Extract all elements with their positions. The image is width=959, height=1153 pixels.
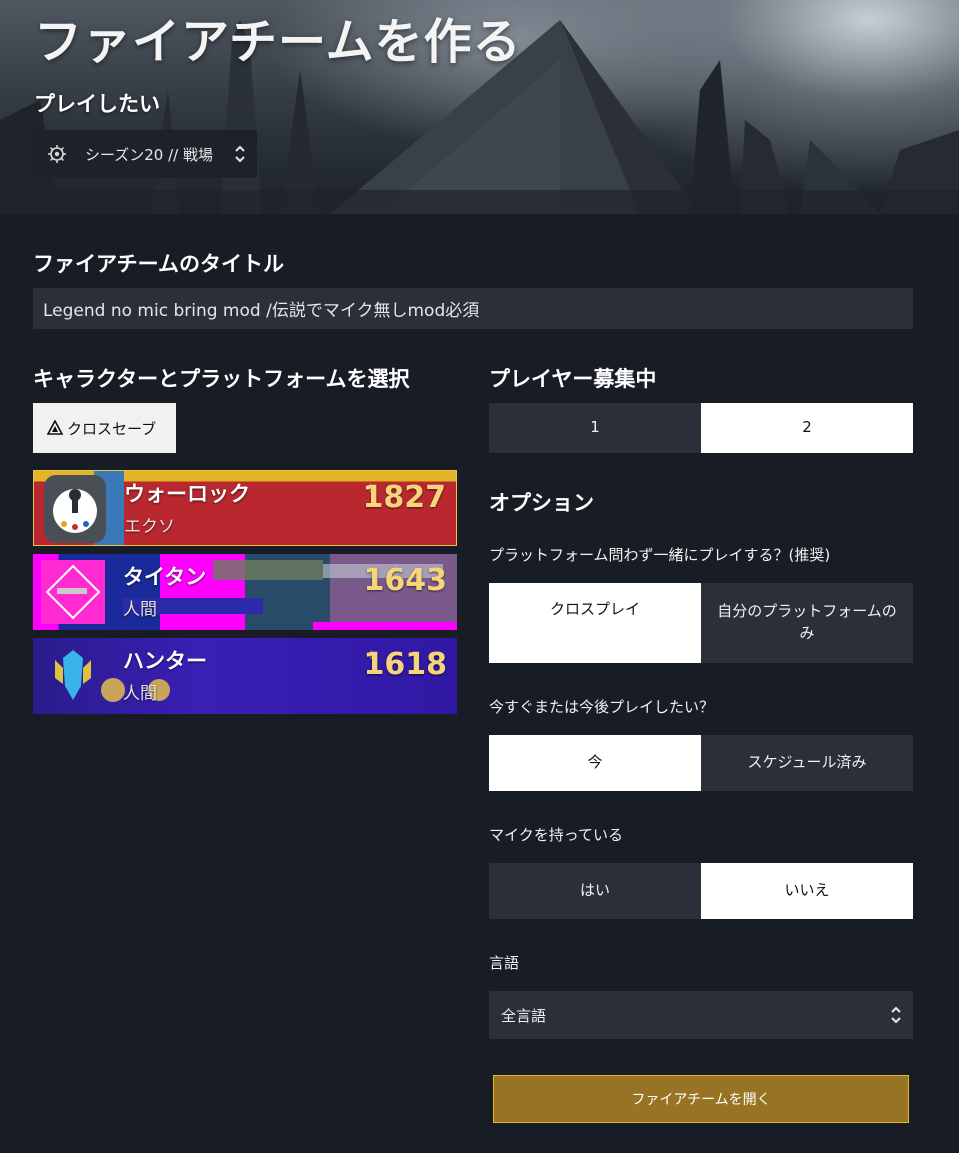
activity-gear-icon	[48, 145, 66, 163]
fireteam-title-input[interactable]: Legend no mic bring mod /伝説でマイク無しmod必須	[33, 288, 913, 329]
crossplay-toggle: クロスプレイ 自分のプラットフォームのみ	[489, 583, 913, 663]
character-race: 人間	[123, 600, 157, 620]
timing-toggle: 今 スケジュール済み	[489, 735, 913, 791]
select-updown-icon	[235, 145, 245, 163]
players-heading: プレイヤー募集中	[489, 367, 657, 391]
crossplay-question: プラットフォーム問わず一緒にプレイする？(推奨)	[489, 546, 831, 564]
hero-banner: ファイアチームを作る プレイしたい シーズン20 // 戦場	[0, 0, 959, 214]
language-select[interactable]: 全言語	[489, 991, 913, 1039]
play-label: プレイしたい	[34, 92, 160, 116]
character-power: 1643	[363, 563, 448, 598]
players-option-1[interactable]: 1	[489, 403, 701, 453]
mic-yes-option[interactable]: はい	[489, 863, 701, 919]
character-race: 人間	[123, 684, 157, 704]
mic-question: マイクを持っている	[489, 826, 623, 844]
activity-select[interactable]: シーズン20 // 戦場	[33, 130, 257, 178]
mic-toggle: はい いいえ	[489, 863, 913, 919]
cross-save-icon	[47, 420, 63, 435]
mic-no-option[interactable]: いいえ	[701, 863, 913, 919]
cross-save-button[interactable]: クロスセーブ	[33, 403, 176, 453]
timing-question: 今すぐまたは今後プレイしたい？	[489, 698, 715, 716]
language-label: 言語	[489, 954, 520, 972]
options-heading: オプション	[489, 491, 594, 515]
warlock-emblem-icon	[44, 471, 124, 545]
character-race: エクソ	[124, 517, 175, 537]
cross-save-label: クロスセーブ	[67, 419, 157, 438]
own-platform-option[interactable]: 自分のプラットフォームのみ	[701, 583, 913, 663]
open-fireteam-button[interactable]: ファイアチームを開く	[493, 1075, 909, 1123]
select-updown-icon	[891, 1006, 901, 1024]
character-power: 1618	[363, 647, 448, 682]
character-heading: キャラクターとプラットフォームを選択	[33, 367, 410, 391]
character-card-warlock[interactable]: ウォーロック エクソ ✧ 1827	[33, 470, 457, 546]
timing-scheduled-option[interactable]: スケジュール済み	[701, 735, 913, 791]
timing-now-option[interactable]: 今	[489, 735, 701, 791]
language-value: 全言語	[501, 1006, 547, 1025]
character-class: ウォーロック	[124, 482, 250, 506]
character-power: 1827	[362, 480, 447, 515]
players-option-2[interactable]: 2	[701, 403, 913, 453]
crossplay-option[interactable]: クロスプレイ	[489, 583, 701, 663]
activity-label: シーズン20 // 戦場	[85, 146, 213, 164]
character-class: タイタン	[123, 565, 207, 589]
character-card-titan[interactable]: タイタン 人間 ✧ 1643	[33, 554, 457, 630]
character-card-hunter[interactable]: ハンター 人間 ✧ 1618	[33, 638, 457, 714]
page-title: ファイアチームを作る	[34, 14, 522, 70]
fireteam-title-heading: ファイアチームのタイトル	[33, 252, 284, 276]
character-class: ハンター	[123, 649, 207, 673]
players-toggle: 1 2	[489, 403, 913, 453]
